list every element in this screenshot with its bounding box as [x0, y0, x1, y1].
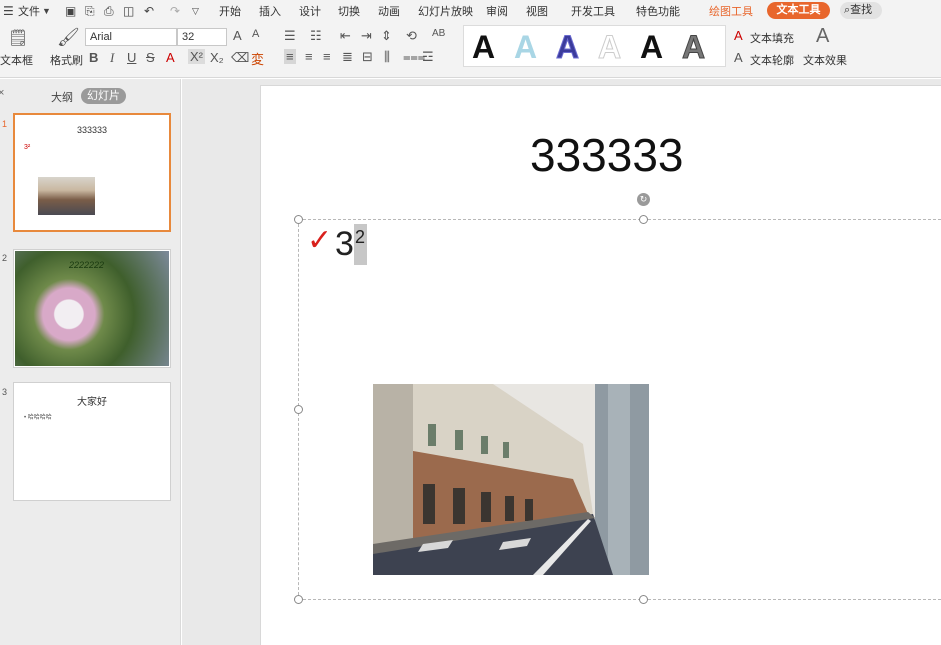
clear-format-icon[interactable]: ⌫	[231, 50, 249, 66]
format-painter-label[interactable]: 格式刷	[50, 52, 83, 68]
underline-icon[interactable]: U	[127, 50, 136, 65]
customize-icon[interactable]: ▽	[192, 6, 199, 17]
text-effect-icon[interactable]: A	[816, 25, 829, 48]
hamburger-icon[interactable]: ☰	[3, 4, 14, 18]
ribbon: 🗒 文本框 🖌 格式刷 Arial 32 A A B I U S A X² X₂…	[0, 22, 941, 78]
resize-handle[interactable]	[294, 215, 303, 224]
style-black-bold[interactable]: A	[640, 28, 663, 66]
style-gray[interactable]: A	[681, 28, 705, 66]
distribute-icon[interactable]: ⊟	[362, 49, 373, 65]
slide-number: 2	[2, 253, 8, 263]
column-icon[interactable]: ⫼	[384, 49, 390, 65]
close-icon[interactable]: ×	[0, 87, 4, 99]
style-light-blue[interactable]: A	[514, 28, 537, 66]
export-icon[interactable]: ⎘	[85, 4, 95, 19]
tab-insert[interactable]: 插入	[259, 3, 281, 19]
resize-handle[interactable]	[639, 215, 648, 224]
thumb-street-photo	[38, 177, 95, 215]
text-outline-icon[interactable]: A	[734, 50, 743, 65]
resize-handle[interactable]	[639, 595, 648, 604]
redo-icon[interactable]: ↷	[170, 4, 180, 18]
rotate-handle-icon[interactable]: ↻	[637, 193, 650, 206]
text-fill-icon[interactable]: A	[734, 28, 743, 43]
print-icon[interactable]: ⎙	[104, 4, 114, 19]
text-direction-icon[interactable]: ⟲	[406, 28, 417, 44]
slide-thumbnail-2[interactable]: 2222222	[13, 249, 171, 368]
textbox-label[interactable]: 文本框	[0, 52, 33, 68]
decrease-indent-icon[interactable]: ⇤	[340, 28, 351, 44]
tab-slideshow[interactable]: 幻灯片放映	[418, 3, 473, 19]
subscript-icon[interactable]: X₂	[210, 50, 224, 65]
bold-icon[interactable]: B	[89, 50, 98, 65]
style-blue-outline[interactable]: A	[555, 28, 579, 66]
file-menu[interactable]: 文件	[18, 3, 40, 19]
line-spacing-icon[interactable]: ⇕	[381, 28, 392, 44]
style-black[interactable]: A	[472, 28, 495, 66]
search-box[interactable]: ⌕查找	[840, 2, 882, 19]
tab-transition[interactable]: 切换	[338, 3, 360, 19]
phonetic-icon[interactable]: 変	[251, 49, 264, 68]
resize-handle[interactable]	[294, 595, 303, 604]
tab-start[interactable]: 开始	[219, 3, 241, 19]
tab-design[interactable]: 设计	[299, 3, 321, 19]
text-style-gallery: A A A A A A	[463, 25, 726, 67]
tab-developer[interactable]: 开发工具	[571, 3, 615, 19]
street-photo[interactable]	[373, 384, 649, 575]
font-color-icon[interactable]: A	[166, 50, 175, 65]
thumb-bullet: 3²	[24, 144, 31, 151]
tab-review[interactable]: 审阅	[486, 3, 508, 19]
numbered-list-icon[interactable]: ☷	[310, 28, 322, 44]
tab-special[interactable]: 特色功能	[636, 3, 680, 19]
thumb-title: 2222222	[69, 260, 105, 270]
decrease-font-icon[interactable]: A	[252, 28, 259, 40]
increase-font-icon[interactable]: A	[233, 28, 242, 43]
font-size-select[interactable]: 32	[177, 28, 227, 46]
text-outline-label[interactable]: 文本轮廓	[750, 52, 794, 68]
increase-indent-icon[interactable]: ⇥	[361, 28, 372, 44]
superscript-text[interactable]: 2	[355, 227, 365, 248]
tab-text-tools[interactable]: 文本工具	[767, 2, 830, 19]
bullet-list-icon[interactable]: ☰	[284, 28, 296, 44]
thumb-title: 大家好	[77, 397, 107, 408]
slide-thumbnail-1[interactable]: 333333 3²	[13, 113, 171, 232]
text-effect-label[interactable]: 文本效果	[803, 52, 847, 68]
justify-icon[interactable]: ≣	[342, 49, 353, 65]
textbox-icon[interactable]: 🗒	[8, 28, 28, 48]
checkmark-bullet-icon: ✓	[307, 224, 333, 257]
search-label: 查找	[850, 4, 873, 16]
format-painter-icon[interactable]: 🖌	[57, 27, 80, 48]
preview-icon[interactable]: ◫	[123, 4, 134, 18]
superscript-icon[interactable]: X²	[188, 49, 205, 64]
tab-view[interactable]: 视图	[526, 3, 548, 19]
italic-icon[interactable]: I	[110, 50, 114, 66]
style-white-outline[interactable]: A	[597, 28, 621, 66]
tab-animation[interactable]: 动画	[378, 3, 400, 19]
undo-icon[interactable]: ↶	[144, 4, 154, 18]
align-right-icon[interactable]: ≡	[323, 49, 331, 64]
slide-number: 3	[2, 387, 8, 397]
chevron-down-icon[interactable]: ▼	[42, 6, 51, 16]
thumb-bullet: • 哈哈哈哈	[24, 415, 52, 421]
align-left-icon[interactable]: ≡	[284, 49, 296, 64]
align-center-icon[interactable]: ≡	[305, 49, 313, 64]
menu-bar: ☰ 文件 ▼ ▣ ⎘ ⎙ ◫ ↶ ↷ ▽ 开始 插入 设计 切换 动画 幻灯片放…	[0, 0, 941, 22]
tab-slides[interactable]: 幻灯片	[81, 88, 126, 104]
strikethrough-icon[interactable]: S	[146, 50, 155, 65]
slide-panel: × 大纲 幻灯片 1 333333 3² 2 2222222 3 大家好 • 哈…	[0, 79, 181, 645]
slide-number: 1	[2, 119, 8, 129]
thumb-title: 333333	[76, 125, 108, 135]
resize-handle[interactable]	[294, 405, 303, 414]
text-align-icon[interactable]: AB	[432, 28, 445, 39]
save-icon[interactable]: ▣	[65, 4, 76, 18]
slide-thumbnail-3[interactable]: 大家好 • 哈哈哈哈	[13, 382, 171, 501]
slide-title[interactable]: 333333	[530, 128, 684, 182]
tab-drawing-tools[interactable]: 绘图工具	[709, 3, 753, 19]
text-fill-label[interactable]: 文本填充	[750, 30, 794, 46]
body-text[interactable]: 3	[335, 226, 354, 262]
tab-outline[interactable]: 大纲	[51, 89, 73, 105]
paragraph-settings-icon[interactable]: ☲	[422, 49, 434, 65]
font-name-select[interactable]: Arial	[85, 28, 177, 46]
